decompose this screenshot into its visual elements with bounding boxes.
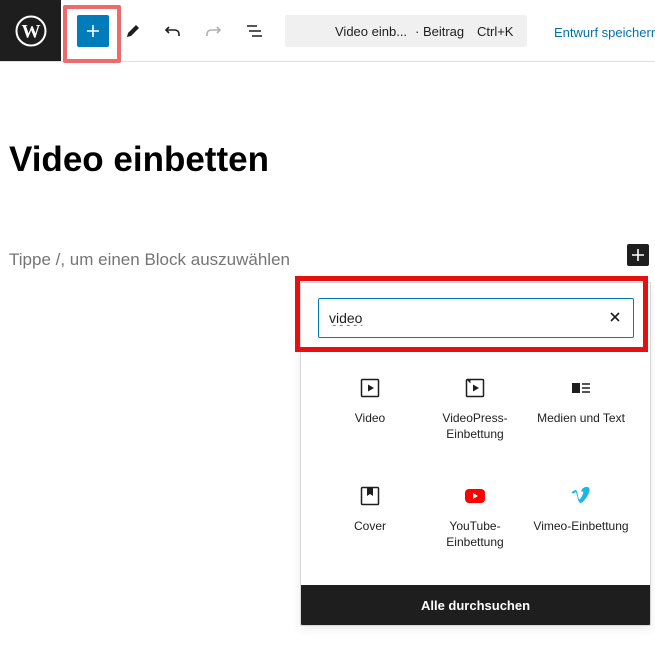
- block-youtube[interactable]: YouTube-Einbettung: [425, 484, 525, 550]
- redo-button[interactable]: [200, 18, 226, 44]
- inline-add-block-button[interactable]: [627, 244, 649, 266]
- videopress-icon: [465, 378, 485, 398]
- block-videopress[interactable]: VideoPress-Einbettung: [425, 376, 525, 442]
- block-label: Vimeo-Einbettung: [533, 519, 629, 533]
- keyboard-shortcut: Ctrl+K: [477, 24, 514, 39]
- cover-icon: [360, 486, 380, 506]
- svg-text:W: W: [21, 21, 40, 42]
- block-label: YouTube-Einbettung: [446, 519, 504, 549]
- block-video[interactable]: Video: [320, 376, 420, 426]
- plus-icon: [87, 25, 99, 37]
- editor-header: W Video einb... · Beitrag Ctrl+K Entwurf…: [0, 0, 655, 63]
- search-highlight: [295, 276, 648, 352]
- pencil-icon: [127, 25, 139, 37]
- browse-all-button[interactable]: Alle durchsuchen: [301, 585, 650, 625]
- video-icon: [360, 378, 380, 398]
- block-label: VideoPress-Einbettung: [442, 411, 508, 441]
- command-palette-bar[interactable]: Video einb... · Beitrag Ctrl+K: [285, 15, 527, 47]
- block-label: Video: [354, 411, 386, 425]
- undo-icon: [164, 26, 180, 36]
- youtube-icon: [465, 489, 485, 503]
- list-view-icon: [247, 25, 262, 37]
- document-title: Video einb...: [335, 24, 408, 39]
- document-type: · Beitrag: [415, 24, 465, 39]
- block-label: Cover: [353, 519, 386, 533]
- vimeo-icon: [571, 486, 590, 503]
- block-placeholder[interactable]: Tippe /, um einen Block auszuwählen: [9, 250, 290, 270]
- wordpress-icon: W: [15, 15, 46, 46]
- plus-icon: [632, 249, 644, 261]
- undo-button[interactable]: [160, 18, 186, 44]
- block-cover[interactable]: Cover: [320, 484, 420, 534]
- block-media-text[interactable]: Medien und Text: [531, 376, 631, 426]
- redo-icon: [206, 26, 222, 36]
- block-label: Medien und Text: [537, 411, 625, 425]
- tools-button[interactable]: [120, 18, 146, 44]
- post-title[interactable]: Video einbetten: [9, 140, 269, 180]
- document-overview-button[interactable]: [241, 18, 267, 44]
- wordpress-logo-button[interactable]: W: [0, 0, 61, 61]
- media-text-icon: [572, 383, 590, 393]
- add-block-button[interactable]: [77, 15, 109, 47]
- save-draft-button[interactable]: Entwurf speichern: [554, 25, 655, 40]
- block-vimeo[interactable]: Vimeo-Einbettung: [531, 484, 631, 534]
